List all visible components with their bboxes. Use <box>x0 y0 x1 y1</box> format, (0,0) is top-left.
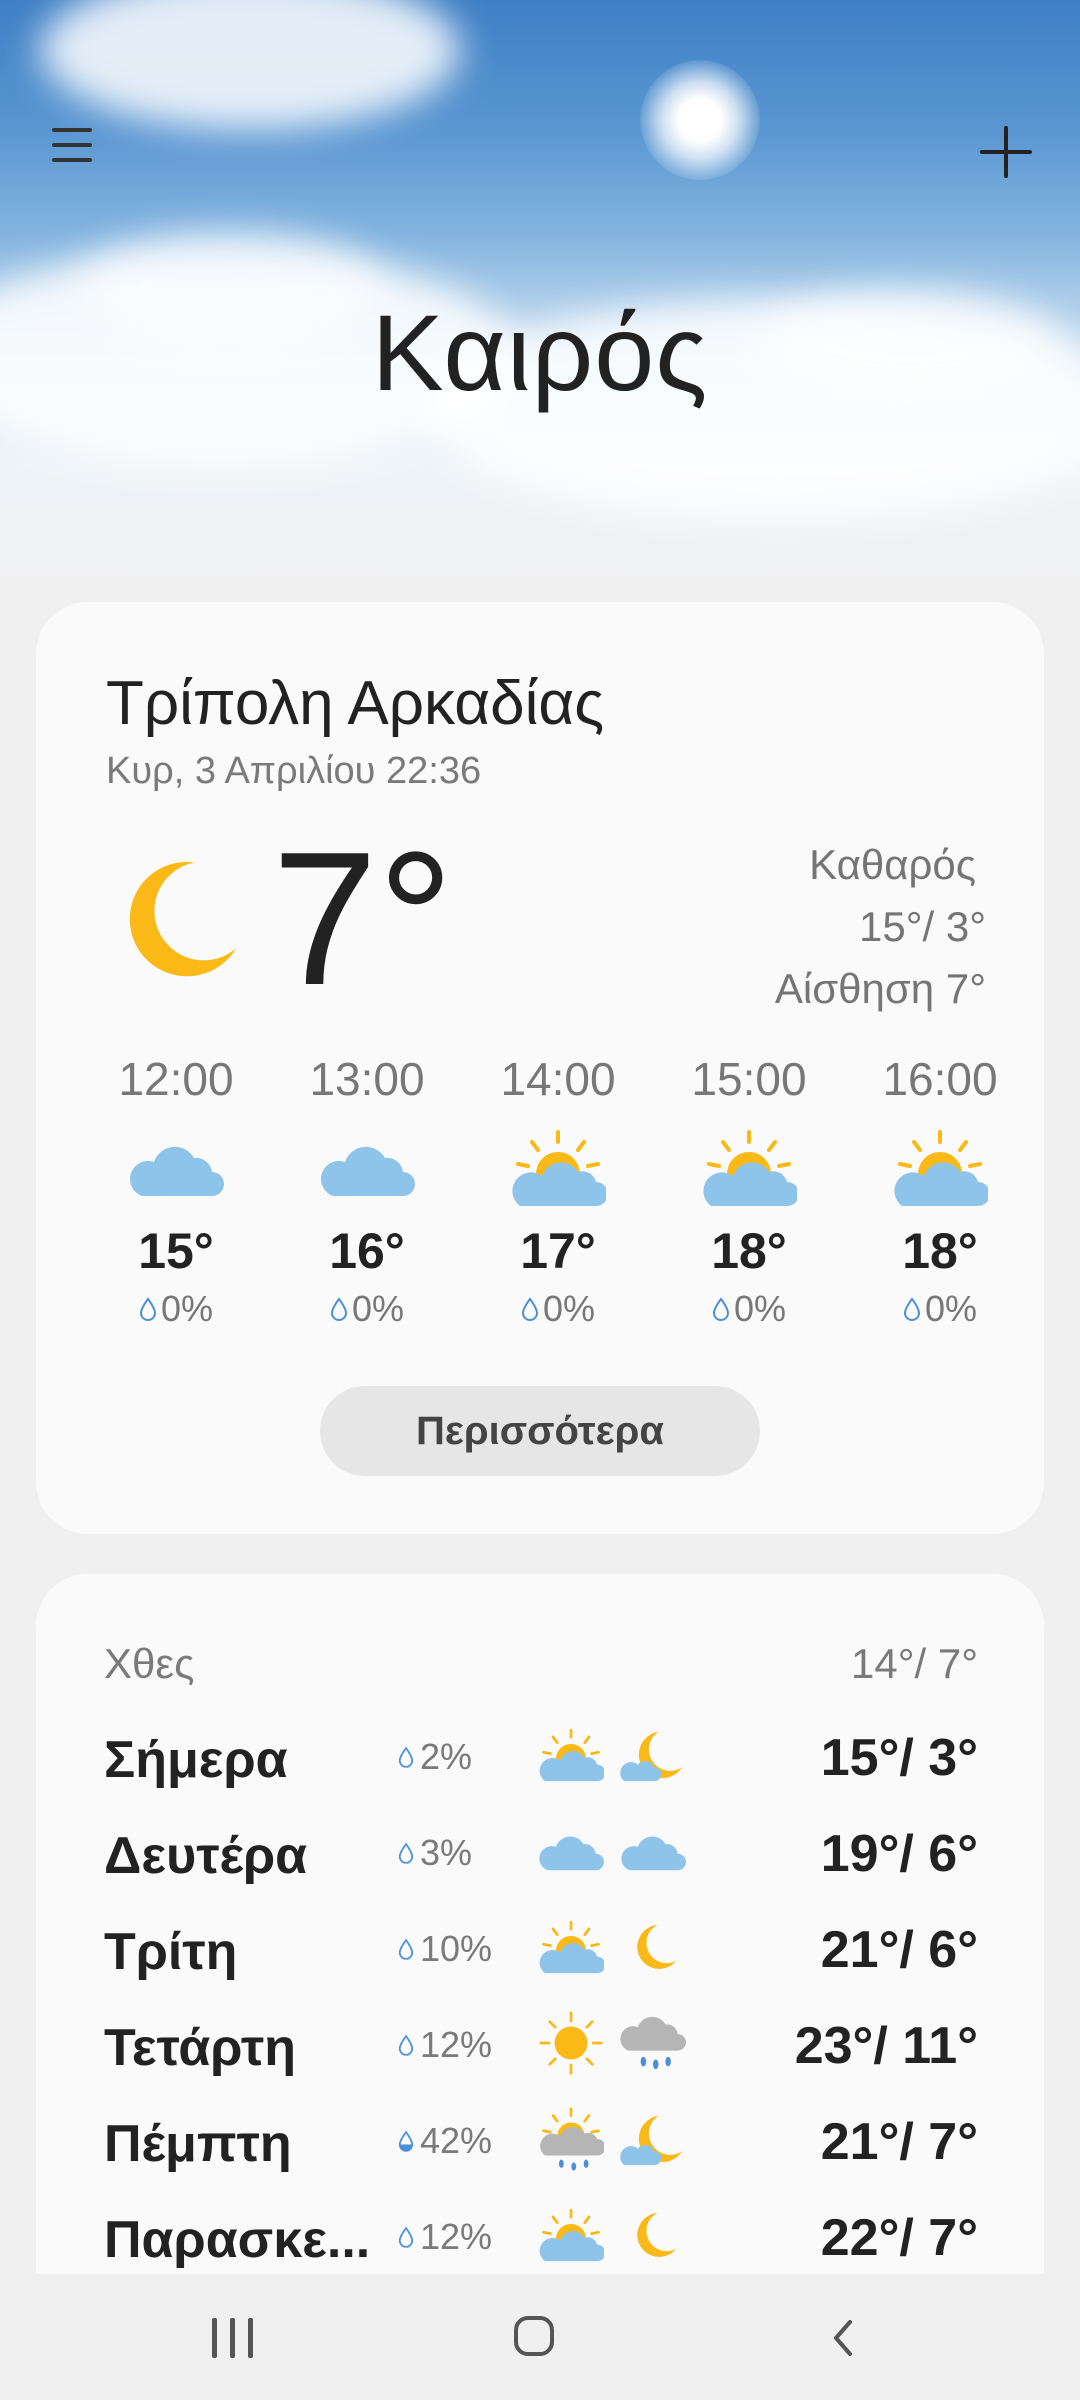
feels-like: Αίσθηση 7° <box>774 965 986 1012</box>
cloud-icon <box>320 1146 415 1196</box>
hourly-forecast[interactable]: 12:00 15° 0% 13:00 16° 0% 14:00 17° 0% 1… <box>36 1052 1044 1329</box>
partly-sunny-icon <box>703 1130 797 1206</box>
hour-precip: 0% <box>542 1288 596 1329</box>
menu-icon[interactable] <box>52 128 92 168</box>
partly-sunny-icon <box>539 1728 604 1782</box>
recent-apps-icon[interactable] <box>210 2318 256 2358</box>
hourly-item: 16:00 18° 0% <box>845 1052 1035 1330</box>
day-name: Δευτέρα <box>104 1827 308 1885</box>
page-title: Καιρός <box>371 292 709 413</box>
hour-temp: 15° <box>138 1223 214 1279</box>
hour-precip: 0% <box>160 1288 214 1329</box>
yesterday-temps: 14°/ 7° <box>850 1640 978 1687</box>
drop-icon <box>903 1297 920 1321</box>
day-precip: 42% <box>420 2120 493 2161</box>
day-precip: 2% <box>420 1736 473 1777</box>
drop-icon <box>398 1746 414 1768</box>
hour-temp: 16° <box>329 1223 405 1279</box>
day-name: Πέμπτη <box>104 2115 292 2173</box>
day-precip: 3% <box>420 1832 473 1873</box>
hour-time: 14:00 <box>500 1053 616 1105</box>
drop-icon <box>521 1297 538 1321</box>
location-name: Τρίπολη Αρκαδίας <box>106 669 605 738</box>
hour-temp: 17° <box>520 1223 596 1279</box>
drop-icon <box>330 1297 347 1321</box>
day-temps: 15°/ 3° <box>820 1729 978 1787</box>
day-name: Τρίτη <box>104 1923 238 1981</box>
drop-icon <box>139 1297 156 1321</box>
drop-icon <box>712 1297 729 1321</box>
hour-time: 16:00 <box>882 1053 998 1105</box>
hour-precip: 0% <box>733 1288 787 1329</box>
rain-cloud-icon <box>620 2016 686 2070</box>
drop-icon <box>398 2034 414 2056</box>
moon-icon <box>129 861 237 977</box>
day-row[interactable]: Τρίτη 10% 21°/ 6° <box>36 1898 1044 1994</box>
partly-sunny-icon <box>512 1130 606 1206</box>
moon-icon <box>637 1925 677 1969</box>
day-row[interactable]: Δευτέρα 3% 19°/ 6° <box>36 1802 1044 1898</box>
navigation-bar <box>0 2274 1080 2400</box>
partly-sunny-icon <box>539 1920 604 1974</box>
sun-icon <box>539 2011 603 2075</box>
drop-half-icon <box>398 2130 414 2152</box>
hour-temp: 18° <box>902 1223 978 1279</box>
day-precip: 12% <box>420 2216 493 2257</box>
day-row[interactable]: Σήμερα 2% 15°/ 3° <box>36 1706 1044 1802</box>
day-temps: 19°/ 6° <box>820 1825 978 1883</box>
hour-time: 12:00 <box>118 1053 234 1105</box>
partly-cloudy-night-icon <box>620 2115 682 2166</box>
day-name: Τετάρτη <box>104 2019 297 2077</box>
day-name: Παρασκε... <box>104 2211 371 2269</box>
hourly-item: 14:00 17° 0% <box>463 1052 653 1330</box>
cloud-icon <box>539 1836 604 1871</box>
hour-time: 15:00 <box>691 1053 807 1105</box>
current-temperature: 7° <box>272 813 454 1025</box>
hour-precip: 0% <box>924 1288 978 1329</box>
day-precip: 12% <box>420 2024 493 2065</box>
add-location-icon[interactable] <box>980 126 1032 178</box>
cloud-icon <box>621 1836 686 1871</box>
yesterday-label: Χθες <box>104 1640 195 1687</box>
partly-cloudy-night-icon <box>620 1731 682 1782</box>
sun-rain-icon <box>540 2107 604 2171</box>
hour-precip: 0% <box>351 1288 405 1329</box>
day-temps: 21°/ 6° <box>820 1921 978 1979</box>
hourly-item: 15:00 18° 0% <box>654 1052 844 1330</box>
day-row[interactable]: Τετάρτη 12% 23°/ 11° <box>36 1994 1044 2090</box>
condition-text: Καθαρός <box>809 841 976 888</box>
condition-summary: Καθαρός 15°/ 3° Αίσθηση 7° <box>775 834 986 1020</box>
partly-sunny-icon <box>894 1130 988 1206</box>
current-weather-card[interactable]: Τρίπολη Αρκαδίας Κυρ, 3 Απριλίου 22:36 7… <box>36 602 1044 1534</box>
hourly-item: 13:00 16° 0% <box>272 1052 462 1330</box>
more-button[interactable]: Περισσότερα <box>320 1386 760 1476</box>
hour-temp: 18° <box>711 1223 787 1279</box>
moon-icon <box>637 2213 677 2257</box>
home-icon[interactable] <box>514 2316 554 2356</box>
cloud-icon <box>129 1146 224 1196</box>
partly-sunny-icon <box>539 2208 604 2262</box>
hour-time: 13:00 <box>309 1053 425 1105</box>
back-icon[interactable] <box>824 2318 864 2358</box>
drop-icon <box>398 1842 414 1864</box>
day-row[interactable]: Πέμπτη 42% 21°/ 7° <box>36 2090 1044 2186</box>
drop-icon <box>398 2226 414 2248</box>
day-precip: 10% <box>420 1928 493 1969</box>
high-low: 15°/ 3° <box>858 903 986 950</box>
sun-glare <box>640 60 760 180</box>
day-temps: 23°/ 11° <box>794 2017 978 2075</box>
day-temps: 22°/ 7° <box>820 2209 978 2267</box>
day-name: Σήμερα <box>104 1731 288 1789</box>
date-time: Κυρ, 3 Απριλίου 22:36 <box>106 750 482 792</box>
day-row[interactable]: Παρασκε... 12% 22°/ 7° <box>36 2186 1044 2274</box>
day-temps: 21°/ 7° <box>820 2113 978 2171</box>
hourly-item: 12:00 15° 0% <box>81 1052 271 1330</box>
drop-icon <box>398 1938 414 1960</box>
daily-forecast-card[interactable]: Χθες 14°/ 7° Σήμερα 2% 15°/ 3° Δευτέρα 3… <box>36 1574 1044 2274</box>
